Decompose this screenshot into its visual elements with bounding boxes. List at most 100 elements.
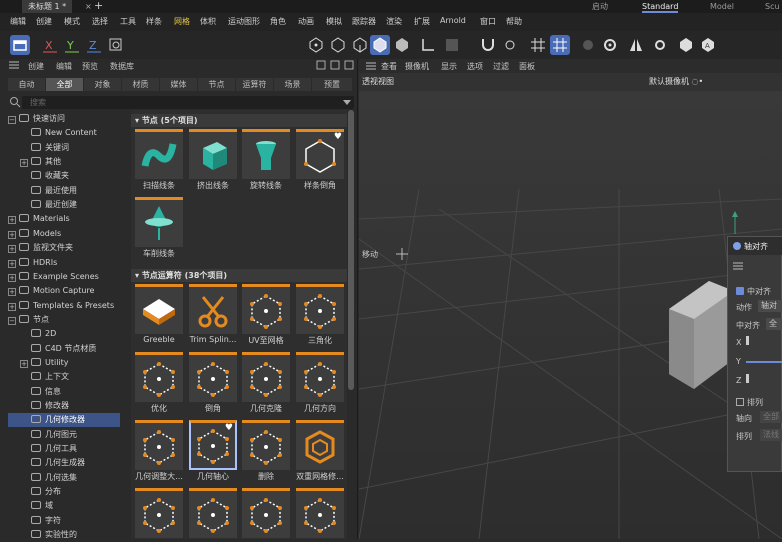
tree-item[interactable]: 最近创建 <box>8 198 120 212</box>
viewport-menu-options[interactable]: 选项 <box>467 61 483 72</box>
node-tile[interactable]: Greeble <box>135 284 183 344</box>
viewport-menu-filter[interactable]: 过滤 <box>493 61 509 72</box>
tree-expand-toggle-icon[interactable]: − <box>8 116 16 124</box>
grid-snap-icon[interactable] <box>528 35 548 55</box>
node-tile[interactable]: 三角化 <box>296 284 344 346</box>
menu-item-10[interactable]: 动画 <box>298 16 314 27</box>
tree-expand-toggle-icon[interactable] <box>20 186 28 194</box>
filter-tab-scenes[interactable]: 场景 <box>274 78 311 91</box>
points-mode-icon[interactable] <box>328 35 348 55</box>
arnold-icon[interactable]: A <box>698 35 718 55</box>
section-header[interactable]: ▾ 节点运算符 (38个项目) <box>131 269 347 282</box>
move-tool-icon[interactable] <box>396 248 408 260</box>
tree-expand-toggle-icon[interactable] <box>20 516 28 524</box>
axis-z-button[interactable]: Z <box>84 35 104 55</box>
tree-item[interactable]: + 监视文件夹 <box>8 241 120 255</box>
tree-item[interactable]: 关键词 <box>8 141 120 155</box>
node-tile[interactable]: 几何克隆 <box>242 352 290 414</box>
tree-item[interactable]: − 快速访问 <box>8 112 120 126</box>
tree-item[interactable]: + 其他 <box>8 155 120 169</box>
coordinate-system-icon[interactable] <box>106 35 126 55</box>
panel-menu-preview[interactable]: 预览 <box>82 61 98 72</box>
menu-item-3[interactable]: 选择 <box>92 16 108 27</box>
menu-item-17[interactable]: 帮助 <box>506 16 522 27</box>
grid-scrollbar[interactable] <box>348 110 354 390</box>
axis-y-button[interactable]: Y <box>62 35 82 55</box>
tree-item[interactable]: + Templates & Presets <box>8 299 120 313</box>
menu-item-14[interactable]: 扩展 <box>414 16 430 27</box>
tree-item[interactable]: 几何选集 <box>8 471 120 485</box>
node-tile[interactable]: 几何方向 <box>296 352 344 414</box>
tree-item[interactable]: + Example Scenes <box>8 270 120 284</box>
tree-expand-toggle-icon[interactable] <box>20 372 28 380</box>
tree-item[interactable]: 修改器 <box>8 399 120 413</box>
tree-item[interactable]: + Models <box>8 227 120 241</box>
tree-expand-toggle-icon[interactable] <box>20 200 28 208</box>
viewport-menu-panel[interactable]: 面板 <box>519 61 535 72</box>
node-tile[interactable]: 挤出线条 <box>189 129 237 191</box>
tree-item[interactable]: + Utility <box>8 356 120 370</box>
menu-item-6[interactable]: 网格 <box>174 16 190 27</box>
tree-expand-toggle-icon[interactable] <box>20 387 28 395</box>
axis-mode-icon[interactable] <box>418 35 438 55</box>
menu-item-11[interactable]: 模拟 <box>326 16 342 27</box>
collapse-arrow-icon[interactable]: ▾ <box>135 271 142 280</box>
settings-gear-icon[interactable] <box>650 35 670 55</box>
document-tab[interactable]: 未标题 1 * <box>22 0 73 13</box>
tree-item[interactable]: 字符 <box>8 514 120 528</box>
center-align-checkbox[interactable] <box>736 287 744 295</box>
menu-item-5[interactable]: 样条 <box>146 16 162 27</box>
menu-item-1[interactable]: 创建 <box>36 16 52 27</box>
layout-tab-sculpt[interactable]: Scu <box>765 0 780 13</box>
node-tile[interactable] <box>296 488 344 539</box>
node-tile[interactable] <box>242 488 290 539</box>
search-dropdown-icon[interactable] <box>343 99 351 105</box>
search-input[interactable]: 搜索 <box>22 96 354 109</box>
panel-tool-icons[interactable] <box>316 60 356 70</box>
tree-expand-toggle-icon[interactable]: + <box>8 259 16 268</box>
tree-item[interactable]: 实验性的 <box>8 528 120 542</box>
filter-tab-presets[interactable]: 预置 <box>312 78 352 91</box>
symmetry-icon[interactable] <box>626 35 646 55</box>
tree-item[interactable]: 几何图元 <box>8 428 120 442</box>
menu-item-7[interactable]: 体积 <box>200 16 216 27</box>
node-tile[interactable]: 删除 <box>242 420 290 482</box>
close-tab-icon[interactable]: × <box>85 0 92 13</box>
arrange-checkbox[interactable] <box>736 398 744 406</box>
filter-tab-operators[interactable]: 运算符 <box>236 78 273 91</box>
tree-item[interactable]: 几何修改器 <box>8 413 120 428</box>
tree-expand-toggle-icon[interactable]: + <box>8 302 16 311</box>
node-tile[interactable]: 倒角 <box>189 352 237 414</box>
filter-tab-media[interactable]: 媒体 <box>160 78 197 91</box>
filter-tab-all[interactable]: 全部 <box>46 78 83 91</box>
layout-tab-model[interactable]: Model <box>710 0 734 13</box>
filter-tab-nodes[interactable]: 节点 <box>198 78 235 91</box>
tree-item[interactable]: 几何生成器 <box>8 456 120 470</box>
tree-expand-toggle-icon[interactable] <box>20 128 28 136</box>
filter-tab-auto[interactable]: 自动 <box>8 78 45 91</box>
favorite-heart-icon[interactable]: ♥ <box>225 423 233 433</box>
node-tile[interactable]: 车削线条 <box>135 197 183 259</box>
polygons-mode-icon[interactable] <box>370 35 390 55</box>
filter-tab-objects[interactable]: 对象 <box>84 78 121 91</box>
tree-item[interactable]: 最近使用 <box>8 184 120 198</box>
menu-item-2[interactable]: 模式 <box>64 16 80 27</box>
tree-item[interactable]: + Materials <box>8 212 120 226</box>
axis-x-button[interactable]: X <box>40 35 60 55</box>
tree-item[interactable]: 2D <box>8 327 120 341</box>
hamburger-menu-icon[interactable] <box>8 60 20 70</box>
menu-item-16[interactable]: 窗口 <box>480 16 496 27</box>
tree-item[interactable]: 分布 <box>8 485 120 499</box>
node-tile[interactable]: 优化 <box>135 352 183 414</box>
section-header[interactable]: ▾ 节点 (5个项目) <box>131 114 347 127</box>
render-settings-icon[interactable] <box>600 35 620 55</box>
tree-item[interactable]: 域 <box>8 499 120 513</box>
panel-menu-edit[interactable]: 编辑 <box>56 61 72 72</box>
tree-expand-toggle-icon[interactable] <box>20 530 28 538</box>
y-slider[interactable] <box>746 361 782 363</box>
menu-item-4[interactable]: 工具 <box>120 16 136 27</box>
axis-direction-dropdown[interactable]: 全部 <box>760 411 782 423</box>
action-dropdown[interactable]: 轴对齐 <box>758 300 782 312</box>
tree-expand-toggle-icon[interactable]: + <box>20 159 28 168</box>
tree-expand-toggle-icon[interactable] <box>20 143 28 151</box>
